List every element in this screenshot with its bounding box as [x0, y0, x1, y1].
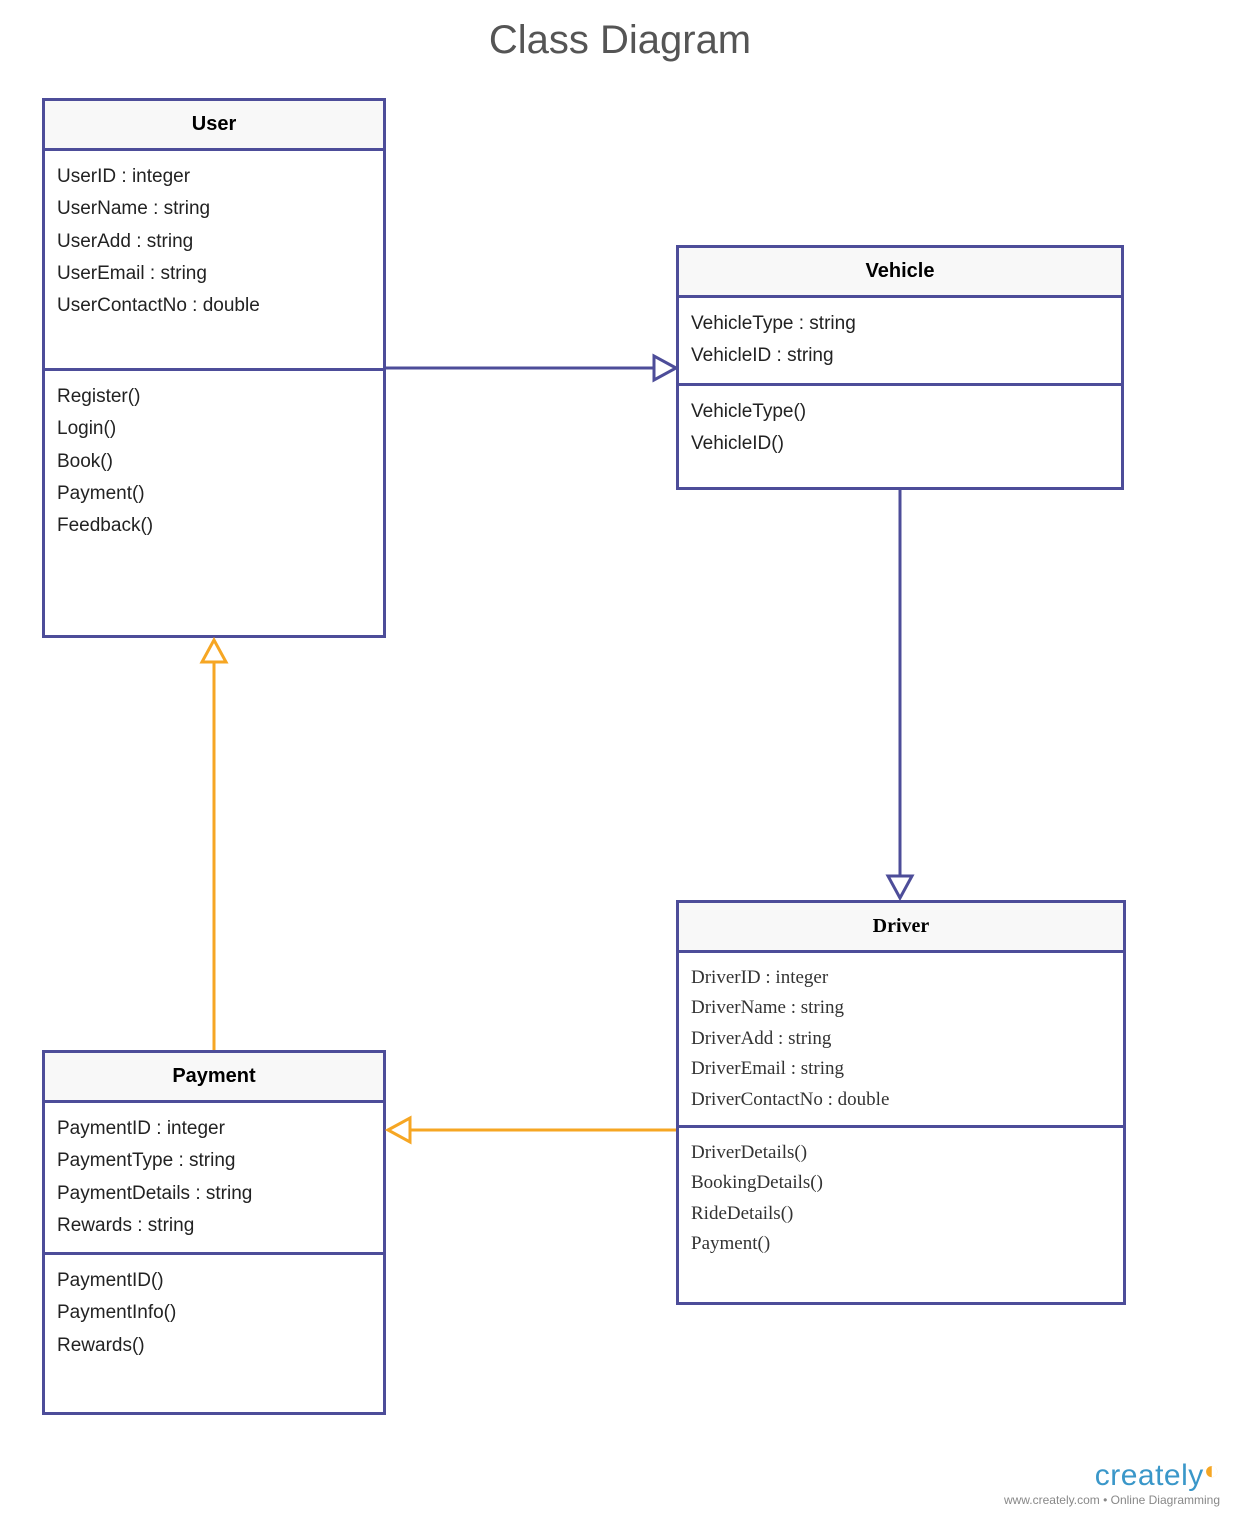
attribute: PaymentType : string [57, 1145, 371, 1177]
class-user-attributes: UserID : integer UserName : string UserA… [45, 151, 383, 371]
relation-user-vehicle [386, 356, 676, 380]
bulb-icon: ◐ [1204, 1455, 1220, 1485]
attribute: DriverID : integer [691, 963, 1111, 993]
relation-payment-user [202, 640, 226, 1050]
method: Book() [57, 446, 371, 478]
brand-logo: creately◐ [1004, 1455, 1220, 1493]
method: Feedback() [57, 510, 371, 542]
class-payment-name: Payment [45, 1053, 383, 1103]
method: Payment() [691, 1229, 1111, 1259]
attribute: Rewards : string [57, 1210, 371, 1242]
attribute: UserName : string [57, 193, 371, 225]
class-user[interactable]: User UserID : integer UserName : string … [42, 98, 386, 638]
footer: creately◐ www.creately.com • Online Diag… [1004, 1455, 1220, 1507]
class-driver-methods: DriverDetails() BookingDetails() RideDet… [679, 1128, 1123, 1270]
attribute: VehicleType : string [691, 308, 1109, 340]
method: PaymentID() [57, 1265, 371, 1297]
class-vehicle-name: Vehicle [679, 248, 1121, 298]
attribute: PaymentDetails : string [57, 1178, 371, 1210]
attribute: DriverAdd : string [691, 1024, 1111, 1054]
method: VehicleID() [691, 428, 1109, 460]
class-payment[interactable]: Payment PaymentID : integer PaymentType … [42, 1050, 386, 1415]
relation-driver-payment [388, 1118, 676, 1142]
attribute: DriverEmail : string [691, 1054, 1111, 1084]
method: VehicleType() [691, 396, 1109, 428]
class-payment-attributes: PaymentID : integer PaymentType : string… [45, 1103, 383, 1255]
attribute: PaymentID : integer [57, 1113, 371, 1145]
method: Login() [57, 413, 371, 445]
method: Payment() [57, 478, 371, 510]
class-user-name: User [45, 101, 383, 151]
class-user-methods: Register() Login() Book() Payment() Feed… [45, 371, 383, 552]
class-vehicle[interactable]: Vehicle VehicleType : string VehicleID :… [676, 245, 1124, 490]
attribute: VehicleID : string [691, 340, 1109, 372]
method: PaymentInfo() [57, 1297, 371, 1329]
relation-vehicle-driver [888, 490, 912, 898]
attribute: UserID : integer [57, 161, 371, 193]
class-payment-methods: PaymentID() PaymentInfo() Rewards() [45, 1255, 383, 1372]
brand-tagline: www.creately.com • Online Diagramming [1004, 1493, 1220, 1507]
class-vehicle-attributes: VehicleType : string VehicleID : string [679, 298, 1121, 386]
class-driver-attributes: DriverID : integer DriverName : string D… [679, 953, 1123, 1128]
method: DriverDetails() [691, 1138, 1111, 1168]
diagram-title: Class Diagram [0, 18, 1240, 63]
class-vehicle-methods: VehicleType() VehicleID() [679, 386, 1121, 471]
attribute: UserContactNo : double [57, 290, 371, 322]
attribute: UserEmail : string [57, 258, 371, 290]
method: RideDetails() [691, 1199, 1111, 1229]
attribute: DriverName : string [691, 993, 1111, 1023]
method: Register() [57, 381, 371, 413]
method: BookingDetails() [691, 1168, 1111, 1198]
attribute: DriverContactNo : double [691, 1085, 1111, 1115]
brand-name: creately [1095, 1459, 1204, 1492]
attribute: UserAdd : string [57, 226, 371, 258]
class-driver-name: Driver [679, 903, 1123, 953]
method: Rewards() [57, 1330, 371, 1362]
class-driver[interactable]: Driver DriverID : integer DriverName : s… [676, 900, 1126, 1305]
